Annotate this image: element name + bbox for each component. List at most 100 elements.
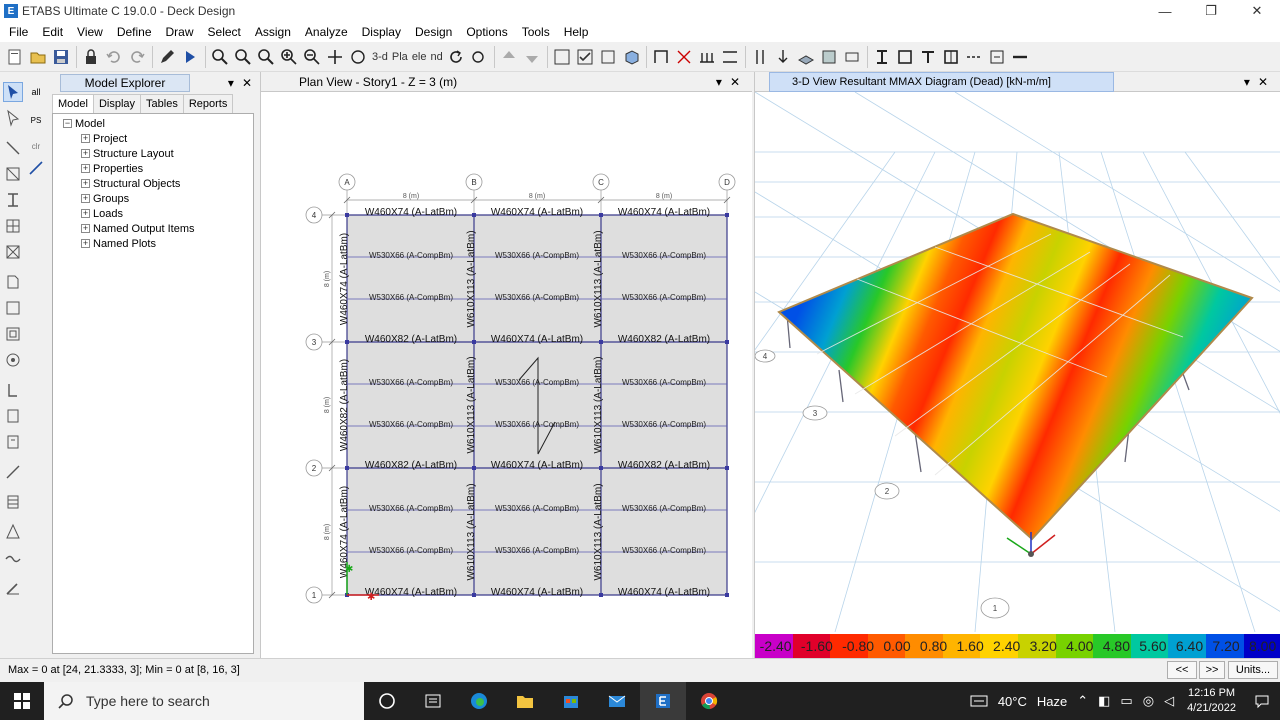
line-icon[interactable]	[1009, 46, 1031, 68]
close-icon[interactable]: ✕	[1258, 75, 1268, 89]
i-section-icon[interactable]	[871, 46, 893, 68]
t-section-icon[interactable]	[917, 46, 939, 68]
tree-item-structure-layout[interactable]: + Structure Layout	[53, 146, 253, 161]
move-up-icon[interactable]	[498, 46, 520, 68]
set-display-icon[interactable]	[597, 46, 619, 68]
volume-icon[interactable]: ◁	[1159, 693, 1179, 709]
expand-icon[interactable]: +	[81, 209, 90, 218]
zoom-window-icon[interactable]	[209, 46, 231, 68]
pencil-icon[interactable]	[156, 46, 178, 68]
menu-tools[interactable]: Tools	[515, 22, 557, 42]
draw-x-brace-icon[interactable]	[3, 242, 23, 262]
run-icon[interactable]	[179, 46, 201, 68]
zoom-restore-icon[interactable]	[232, 46, 254, 68]
tab-display[interactable]: Display	[92, 94, 142, 113]
next-button[interactable]: >>	[1199, 661, 1225, 679]
store-icon[interactable]	[548, 682, 594, 720]
pointer-icon[interactable]	[3, 82, 23, 102]
edge-icon[interactable]	[456, 682, 502, 720]
collapse-icon[interactable]: −	[63, 119, 72, 128]
tendon-icon[interactable]	[986, 46, 1008, 68]
move-down-icon[interactable]	[521, 46, 543, 68]
redo-icon[interactable]	[126, 46, 148, 68]
previous-button[interactable]: <<	[1167, 661, 1197, 679]
menu-assign[interactable]: Assign	[248, 22, 298, 42]
draw-wall-icon[interactable]	[818, 46, 840, 68]
3d-view-canvas[interactable]: 1 2 3 4	[755, 92, 1280, 632]
chevron-up-icon[interactable]: ⌃	[1072, 693, 1093, 709]
zoom-out-icon[interactable]	[301, 46, 323, 68]
zoom-extents-icon[interactable]	[255, 46, 277, 68]
intersect-icon[interactable]	[26, 158, 46, 178]
restore-button[interactable]: ❐	[1188, 0, 1234, 22]
dropdown-icon[interactable]: ▾	[1244, 75, 1250, 89]
weather-icon[interactable]	[965, 694, 993, 708]
plan-view-button[interactable]: Pla	[390, 46, 410, 68]
draw-load-icon[interactable]	[3, 522, 23, 542]
nd-view-button[interactable]: nd	[429, 46, 445, 68]
chrome-icon[interactable]	[686, 682, 732, 720]
menu-options[interactable]: Options	[459, 22, 514, 42]
grid-select-icon[interactable]	[551, 46, 573, 68]
draw-slab-icon[interactable]	[795, 46, 817, 68]
slab-contour-diagram[interactable]	[777, 212, 1254, 541]
tab-reports[interactable]: Reports	[182, 94, 234, 113]
link-icon[interactable]	[963, 46, 985, 68]
draw-reference-icon[interactable]	[3, 432, 23, 452]
tree-item-structural-objects[interactable]: + Structural Objects	[53, 176, 253, 191]
dropdown-icon[interactable]: ▾	[716, 75, 722, 89]
draw-strip-icon[interactable]	[3, 492, 23, 512]
zoom-in-icon[interactable]	[278, 46, 300, 68]
expand-icon[interactable]: +	[81, 194, 90, 203]
draw-section-cut-icon[interactable]	[3, 380, 23, 400]
tab-model[interactable]: Model	[52, 94, 94, 113]
mail-icon[interactable]	[594, 682, 640, 720]
draw-curve-icon[interactable]	[3, 548, 23, 568]
area-section-icon[interactable]	[894, 46, 916, 68]
menu-select[interactable]: Select	[201, 22, 248, 42]
dropdown-icon[interactable]: ▾	[228, 76, 234, 90]
menu-file[interactable]: File	[2, 22, 35, 42]
checkbox-icon[interactable]	[574, 46, 596, 68]
draw-i-beam-icon[interactable]	[3, 190, 23, 210]
view-3d-button[interactable]: 3-d	[370, 46, 390, 68]
rotate-3d-icon[interactable]	[347, 46, 369, 68]
expand-icon[interactable]: +	[81, 134, 90, 143]
draw-frame-icon[interactable]	[650, 46, 672, 68]
start-button[interactable]	[0, 682, 44, 720]
tree-item-named-plots[interactable]: + Named Plots	[53, 236, 253, 251]
plan-view-canvas[interactable]: A B C D 4 3 2 1 8 (m) 8 (m) 8 (m) 8 (m) …	[261, 92, 753, 658]
expand-icon[interactable]: +	[81, 149, 90, 158]
lock-icon[interactable]	[80, 46, 102, 68]
pan-icon[interactable]	[324, 46, 346, 68]
draw-circle-icon[interactable]	[3, 350, 23, 370]
refresh-icon[interactable]	[445, 46, 467, 68]
new-model-icon[interactable]	[4, 46, 26, 68]
previous-selection-button[interactable]: PS	[26, 110, 46, 130]
menu-define[interactable]: Define	[110, 22, 159, 42]
menu-display[interactable]: Display	[355, 22, 408, 42]
menu-analyze[interactable]: Analyze	[298, 22, 355, 42]
shadow-icon[interactable]	[468, 46, 490, 68]
tab-tables[interactable]: Tables	[140, 94, 184, 113]
select-all-button[interactable]: all	[26, 82, 46, 102]
task-view-icon[interactable]	[364, 682, 410, 720]
tree-item-named-output-items[interactable]: + Named Output Items	[53, 221, 253, 236]
reshape-icon[interactable]	[3, 108, 23, 128]
tree-item-model[interactable]: − Model	[53, 116, 253, 131]
draw-tendon-icon[interactable]	[3, 462, 23, 482]
draw-brace-icon[interactable]	[673, 46, 695, 68]
tree-item-loads[interactable]: + Loads	[53, 206, 253, 221]
close-icon[interactable]: ✕	[730, 75, 740, 89]
weather-desc[interactable]: Haze	[1032, 694, 1072, 709]
expand-icon[interactable]: +	[81, 224, 90, 233]
widgets-icon[interactable]	[410, 682, 456, 720]
expand-icon[interactable]: +	[81, 164, 90, 173]
object-shrink-icon[interactable]	[620, 46, 642, 68]
draw-dimension-icon[interactable]	[3, 406, 23, 426]
taskbar-clock[interactable]: 12:16 PM 4/21/2022	[1179, 686, 1244, 716]
file-explorer-icon[interactable]	[502, 682, 548, 720]
tree-item-properties[interactable]: + Properties	[53, 161, 253, 176]
menu-design[interactable]: Design	[408, 22, 459, 42]
weather-temp[interactable]: 40°C	[993, 694, 1032, 709]
